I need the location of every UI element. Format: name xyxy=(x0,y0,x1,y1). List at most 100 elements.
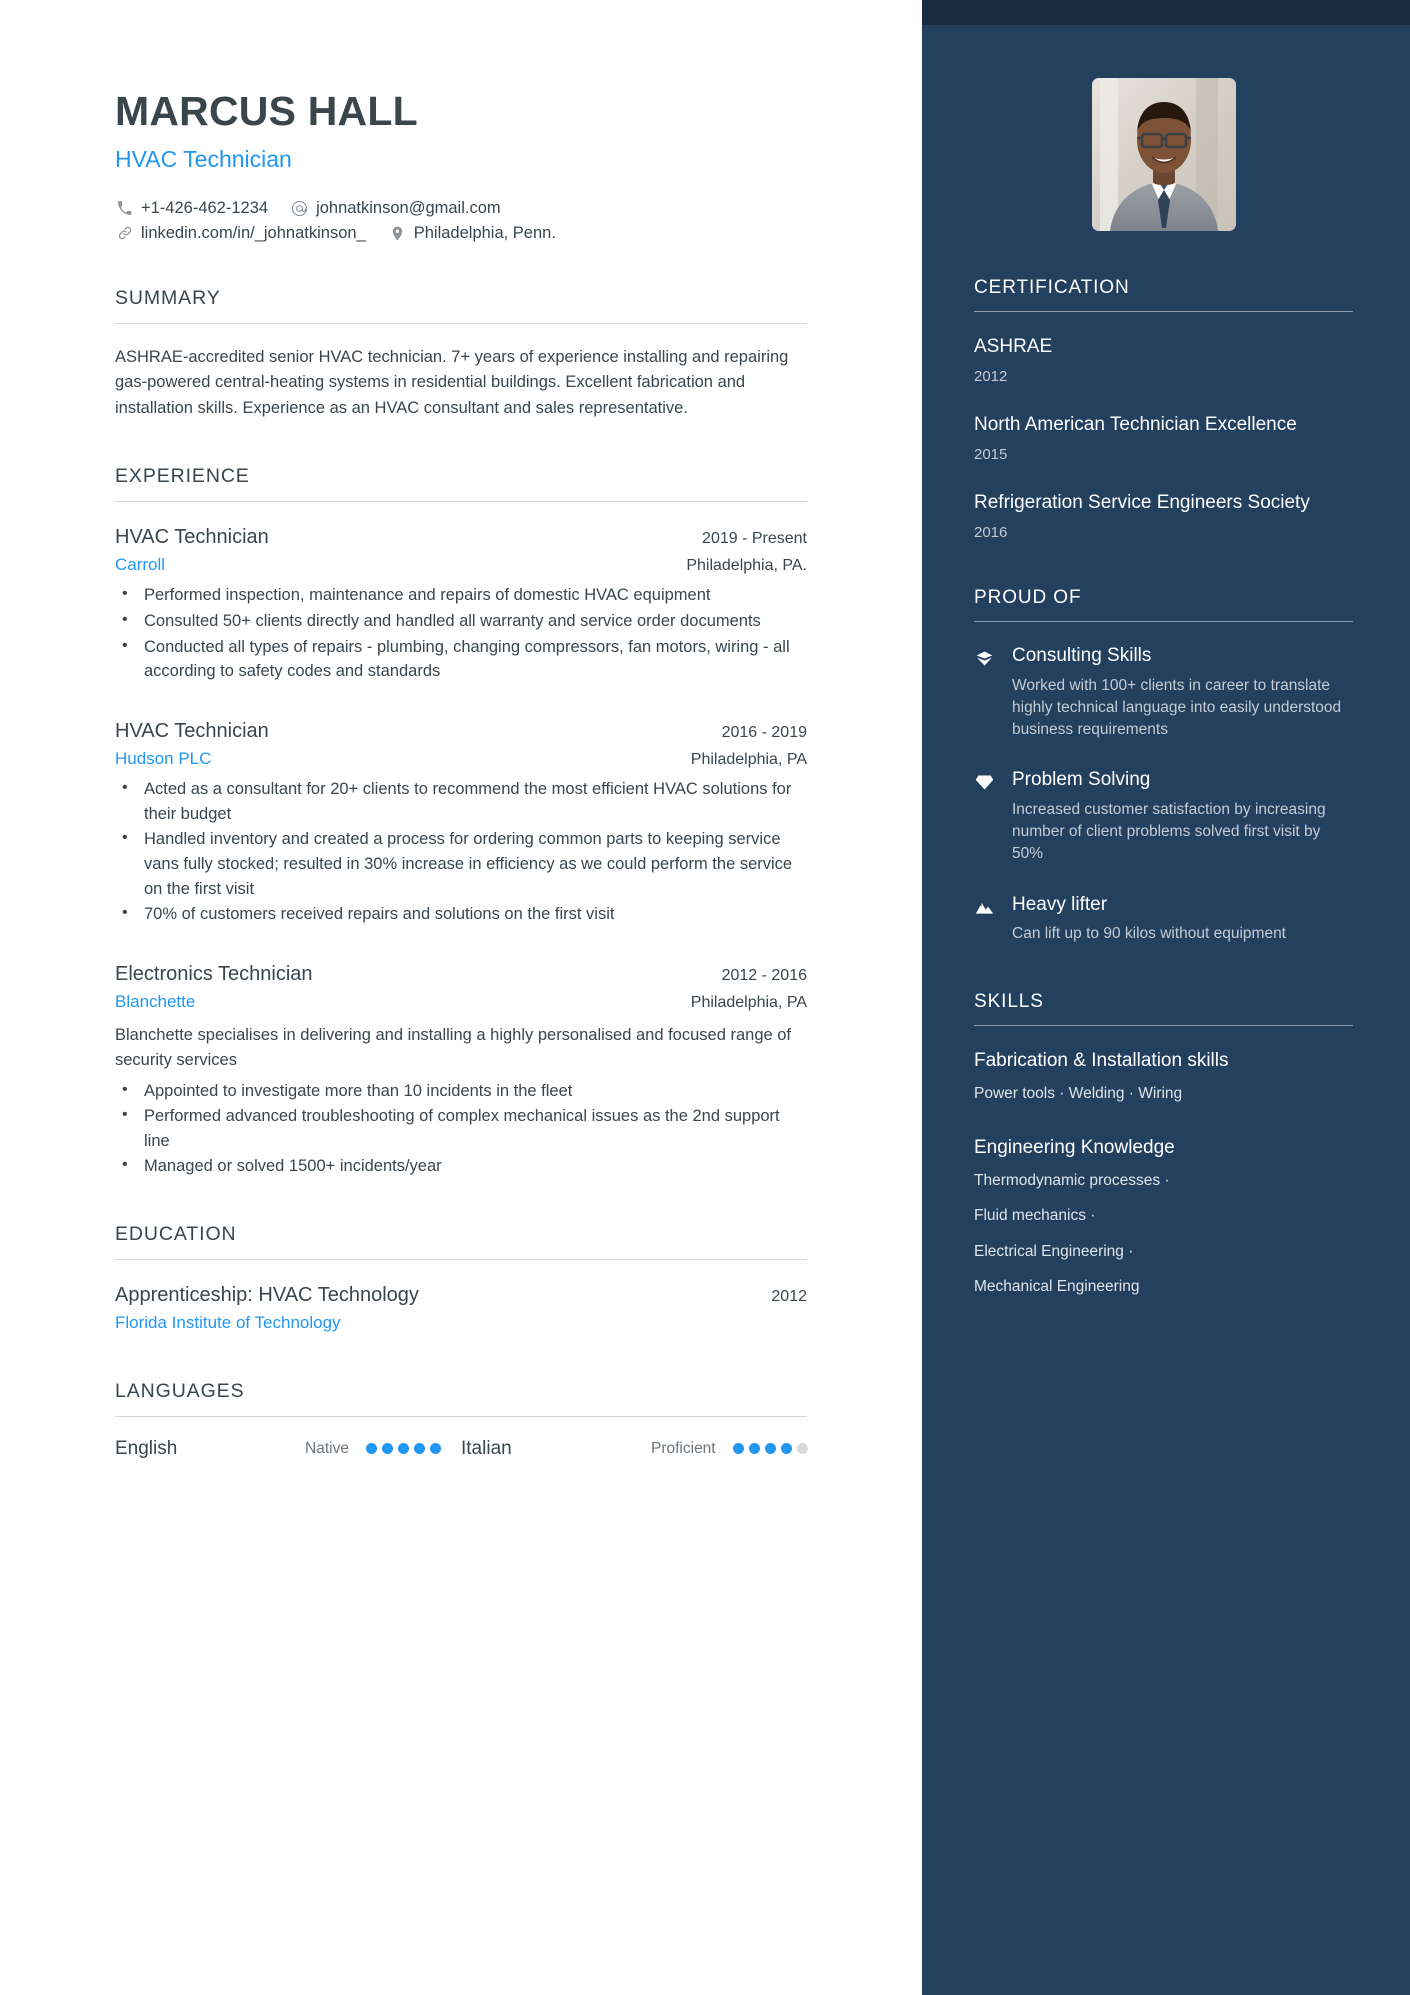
certification-heading: CERTIFICATION xyxy=(974,277,1130,298)
experience-entry-subheader: Blanchette Philadelphia, PA xyxy=(115,989,807,1015)
experience-list: HVAC Technician 2019 - Present Carroll Phil… xyxy=(115,523,807,1179)
section-skills: SKILLS Fabrication & Installation skills… xyxy=(974,991,1353,1299)
sidebar: CERTIFICATION ASHRAE 2012 North American T… xyxy=(922,0,1410,1995)
experience-company[interactable]: Hudson PLC xyxy=(115,746,211,772)
language-name: English xyxy=(115,1437,178,1459)
certification-year: 2015 xyxy=(974,446,1008,464)
experience-company[interactable]: Blanchette xyxy=(115,989,195,1015)
bullet-item: Acted as a consultant for 20+ clients to… xyxy=(115,776,807,826)
proud-of-body: Heavy lifter Can lift up to 90 kilos with… xyxy=(1012,893,1286,946)
experience-entry-header: HVAC Technician 2016 - 2019 xyxy=(115,717,807,746)
rating-dot xyxy=(397,1443,409,1455)
contact-email[interactable]: johnatkinson@gmail.com xyxy=(290,199,501,218)
skill-value: Thermodynamic processes · xyxy=(974,1172,1170,1190)
contact-phone[interactable]: +1-426-462-1234 xyxy=(115,199,268,218)
experience-location: Philadelphia, PA xyxy=(690,750,807,768)
rating-dot xyxy=(732,1443,744,1455)
section-education: EDUCATION Apprenticeship: HVAC Technolog… xyxy=(115,1223,807,1336)
contact-row: linkedin.com/in/_johnatkinson_ Philadelp… xyxy=(115,224,807,243)
contact-location[interactable]: Philadelphia, Penn. xyxy=(388,224,556,243)
certification-item: North American Technician Excellence 2015 xyxy=(974,412,1353,463)
experience-bullets: Performed inspection, maintenance and re… xyxy=(115,582,807,684)
section-summary: SUMMARY ASHRAE-accredited senior HVAC te… xyxy=(115,287,807,421)
language-rating xyxy=(365,1443,441,1455)
contact-linkedin[interactable]: linkedin.com/in/_johnatkinson_ xyxy=(115,224,366,243)
divider xyxy=(115,322,807,324)
page-title: MARCUS HALL xyxy=(115,88,418,134)
contact-details: +1-426-462-1234 johnatkinson@gmail.com l… xyxy=(115,199,807,243)
bullet-item: 70% of customers received repairs and so… xyxy=(115,901,807,927)
experience-dates: 2012 - 2016 xyxy=(721,966,807,984)
rating-dot xyxy=(365,1443,377,1455)
rating-dot xyxy=(780,1443,792,1455)
experience-heading: EXPERIENCE xyxy=(115,464,250,487)
education-entry-header: Apprenticeship: HVAC Technology 2012 xyxy=(115,1281,807,1310)
rating-dot xyxy=(748,1443,760,1455)
divider xyxy=(974,311,1353,312)
summary-text: ASHRAE-accredited senior HVAC technician… xyxy=(115,347,789,417)
experience-location: Philadelphia, PA xyxy=(690,993,807,1011)
resume-page: MARCUS HALL HVAC Technician +1-426-462-1… xyxy=(0,0,1410,1995)
avatar xyxy=(1091,78,1236,231)
education-degree: Apprenticeship: HVAC Technology xyxy=(115,1284,419,1307)
experience-entry-header: Electronics Technician 2012 - 2016 xyxy=(115,960,807,989)
divider xyxy=(974,621,1353,623)
experience-bullets: Acted as a consultant for 20+ clients to… xyxy=(115,776,807,927)
proud-of-title: Problem Solving xyxy=(1012,769,1151,791)
proud-of-body: Consulting Skills Worked with 100+ client… xyxy=(1012,644,1353,741)
bullet-item: Consulted 50+ clients directly and handl… xyxy=(115,608,807,634)
skill-value: Fluid mechanics · xyxy=(974,1207,1096,1225)
phone-icon xyxy=(115,199,134,218)
skill-item: Fabrication & Installation skills Power t… xyxy=(974,1048,1353,1106)
skills-heading: SKILLS xyxy=(974,991,1044,1013)
avatar-wrap xyxy=(974,78,1353,231)
bullet-item: Performed advanced troubleshooting of co… xyxy=(115,1103,807,1153)
divider xyxy=(115,1259,807,1261)
experience-description: Blanchette specialises in delivering and… xyxy=(115,1026,792,1069)
experience-entry: HVAC Technician 2016 - 2019 Hudson PLC Phil… xyxy=(115,717,807,927)
skill-value: Electrical Engineering · xyxy=(974,1242,1134,1260)
experience-location: Philadelphia, PA. xyxy=(686,556,807,574)
proud-of-description: Worked with 100+ clients in career to tr… xyxy=(1012,676,1342,739)
bullet-item: Conducted all types of repairs - plumbin… xyxy=(115,634,807,684)
proud-of-description: Can lift up to 90 kilos without equipmen… xyxy=(1012,925,1286,943)
location-pin-icon xyxy=(388,224,407,243)
rating-dot xyxy=(413,1443,425,1455)
language-item: Italian Proficient xyxy=(461,1437,808,1460)
contact-row: +1-426-462-1234 johnatkinson@gmail.com xyxy=(115,199,807,218)
skill-name: Fabrication & Installation skills xyxy=(974,1050,1229,1072)
avatar-image xyxy=(1091,78,1236,231)
experience-entry-subheader: Hudson PLC Philadelphia, PA xyxy=(115,746,807,772)
skill-item: Engineering Knowledge Thermodynamic proce… xyxy=(974,1135,1353,1299)
bullet-item: Managed or solved 1500+ incidents/year xyxy=(115,1153,807,1179)
certification-name: North American Technician Excellence xyxy=(974,414,1297,436)
rating-dot xyxy=(764,1443,776,1455)
contact-linkedin-text: linkedin.com/in/_johnatkinson_ xyxy=(141,223,366,242)
languages-list: English Native Italian Proficient xyxy=(115,1437,808,1460)
certification-year: 2012 xyxy=(974,368,1008,386)
education-school[interactable]: Florida Institute of Technology xyxy=(115,1310,341,1336)
experience-company[interactable]: Carroll xyxy=(115,552,165,578)
skills-list: Fabrication & Installation skills Power t… xyxy=(974,1048,1353,1299)
experience-entry: Electronics Technician 2012 - 2016 Blanche… xyxy=(115,960,807,1179)
certification-item: Refrigeration Service Engineers Society 2… xyxy=(974,490,1353,541)
section-certification: CERTIFICATION ASHRAE 2012 North American T… xyxy=(974,277,1353,541)
proud-of-list: Consulting Skills Worked with 100+ client… xyxy=(974,644,1353,945)
experience-role: Electronics Technician xyxy=(115,962,313,985)
divider xyxy=(115,1415,807,1417)
email-icon xyxy=(290,199,309,218)
skill-name: Engineering Knowledge xyxy=(974,1136,1175,1158)
contact-email-text: johnatkinson@gmail.com xyxy=(316,198,501,217)
contact-location-text: Philadelphia, Penn. xyxy=(413,223,556,242)
language-name: Italian xyxy=(461,1437,512,1459)
rating-dot xyxy=(429,1443,441,1455)
education-list: Apprenticeship: HVAC Technology 2012 Flori… xyxy=(115,1281,807,1336)
section-experience: EXPERIENCE HVAC Technician 2019 - Present… xyxy=(115,465,807,1179)
experience-bullets: Appointed to investigate more than 10 in… xyxy=(115,1078,807,1179)
divider xyxy=(974,1025,1353,1027)
proud-of-item: Heavy lifter Can lift up to 90 kilos with… xyxy=(974,893,1353,946)
section-languages: LANGUAGES English Native Italian Proficient xyxy=(115,1380,808,1460)
language-rating xyxy=(732,1443,808,1455)
sidebar-topbar xyxy=(922,0,1410,25)
proud-of-title: Heavy lifter xyxy=(1012,893,1108,915)
